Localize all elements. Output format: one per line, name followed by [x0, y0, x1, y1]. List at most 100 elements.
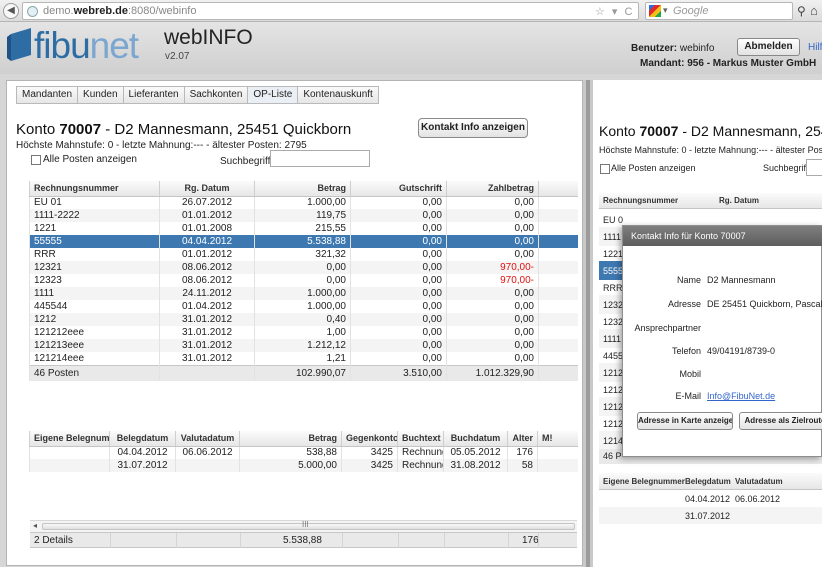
- search-icon[interactable]: ⚲: [797, 4, 806, 18]
- cell-buchtext: Rechnung: [397, 459, 444, 472]
- right-konto-title: Konto 70007 - D2 Mannesmann, 25451 Quic: [599, 123, 822, 139]
- browser-search-box[interactable]: ▾ Google: [645, 2, 793, 20]
- col-rechnungsnummer[interactable]: Rechnungsnummer: [29, 181, 160, 197]
- cell-filler: [538, 287, 578, 300]
- col-mahnstufe[interactable]: M!: [537, 431, 578, 447]
- right-col-valutadatum[interactable]: Valutadatum: [735, 477, 783, 486]
- cell-betrag: 1,21: [254, 352, 351, 365]
- cell-rechnungsnummer: EU 01: [29, 196, 160, 209]
- engine-dropdown-icon[interactable]: ▾: [663, 5, 668, 16]
- google-icon[interactable]: [649, 5, 661, 17]
- tab-mandanten[interactable]: Mandanten: [16, 86, 78, 104]
- op-table-row[interactable]: 12323 08.06.2012 0,00 0,00 970,00-: [29, 274, 578, 287]
- cell-zahlbetrag: 0,00: [446, 313, 539, 326]
- detail-table-row[interactable]: 31.07.2012 5.000,00 3425 Rechnung 31.08.2012…: [29, 459, 578, 472]
- col-rg-datum[interactable]: Rg. Datum: [159, 181, 255, 197]
- dialog-title[interactable]: Kontakt Info für Konto 70007: [623, 226, 822, 246]
- col-eigene-belegnummer[interactable]: Eigene Belegnummer: [29, 431, 110, 447]
- op-table-row[interactable]: 12321 08.06.2012 0,00 0,00 970,00-: [29, 261, 578, 274]
- cell-zahlbetrag: 970,00-: [446, 274, 539, 287]
- col-belegdatum[interactable]: Belegdatum: [109, 431, 176, 447]
- col-gegenkonto[interactable]: Gegenkonto: [341, 431, 398, 447]
- right-col-eigene-belegnummer[interactable]: Eigene Belegnummer: [603, 477, 685, 486]
- cell-rechnungsnummer: 121214eee: [29, 352, 160, 365]
- konto-name: - D2 Mannesmann, 25451 Quickborn: [105, 121, 352, 138]
- op-table-row[interactable]: 1111 24.11.2012 1.000,00 0,00 0,00: [29, 287, 578, 300]
- panel-splitter[interactable]: [583, 80, 593, 567]
- op-table-row[interactable]: 121214eee 31.01.2012 1,21 0,00 0,00: [29, 352, 578, 365]
- cell-gutschrift: 0,00: [350, 248, 447, 261]
- back-icon[interactable]: ◀: [3, 3, 19, 19]
- cell-rg-datum: 01.04.2012: [159, 300, 255, 313]
- suchbegriff-input[interactable]: [270, 150, 370, 167]
- tab-sachkonten[interactable]: Sachkonten: [183, 86, 248, 104]
- logout-button[interactable]: Abmelden: [737, 38, 800, 56]
- op-table-row[interactable]: 1221 01.01.2008 215,55 0,00 0,00: [29, 222, 578, 235]
- dialog-email-link[interactable]: Info@FibuNet.de: [707, 391, 775, 401]
- detail-summary-separator: [342, 533, 343, 548]
- op-table-row[interactable]: 121212eee 31.01.2012 1,00 0,00 0,00: [29, 326, 578, 339]
- scroll-left-icon[interactable]: ◂: [33, 521, 37, 530]
- right-alle-posten-label: Alle Posten anzeigen: [611, 163, 696, 173]
- op-table-row[interactable]: 445544 01.04.2012 1.000,00 0,00 0,00: [29, 300, 578, 313]
- col-buchtext[interactable]: Buchtext: [397, 431, 444, 447]
- cell-gutschrift: 0,00: [350, 326, 447, 339]
- cell-rg-datum: 08.06.2012: [159, 261, 255, 274]
- col-betrag[interactable]: Betrag: [254, 181, 351, 197]
- right-detail-row[interactable]: 04.04.2012 06.06.2012: [599, 490, 822, 507]
- cell-gutschrift: 0,00: [350, 235, 447, 248]
- url-rest: :8080/webinfo: [127, 5, 197, 17]
- col-alter[interactable]: Alter: [507, 431, 538, 447]
- splitter-handle[interactable]: [586, 80, 590, 567]
- konto-prefix: Konto: [16, 121, 56, 138]
- help-link[interactable]: Hilfe: [808, 42, 822, 53]
- tab-kontenauskunft[interactable]: Kontenauskunft: [297, 86, 379, 104]
- tab-lieferanten[interactable]: Lieferanten: [122, 86, 184, 104]
- col-valutadatum[interactable]: Valutadatum: [175, 431, 240, 447]
- summary-zahlbetrag: 1.012.329,90: [446, 364, 539, 381]
- detail-horizontal-scrollbar[interactable]: ◂ III: [30, 520, 577, 532]
- op-table-row[interactable]: EU 01 26.07.2012 1.000,00 0,00 0,00: [29, 196, 578, 209]
- cell-buchdatum: 05.05.2012: [443, 446, 508, 459]
- home-icon[interactable]: ⌂: [810, 3, 818, 18]
- tab-kunden[interactable]: Kunden: [77, 86, 123, 104]
- op-table-row[interactable]: 1111-2222 01.01.2012 119,75 0,00 0,00: [29, 209, 578, 222]
- tab-op-liste[interactable]: OP-Liste: [247, 86, 298, 104]
- cell-filler: [538, 196, 578, 209]
- right-col-belegdatum[interactable]: Belegdatum: [685, 477, 731, 486]
- fibunet-logo-icon: [7, 28, 31, 61]
- cell-buchdatum: 31.08.2012: [443, 459, 508, 472]
- op-table-row[interactable]: RRR 01.01.2012 321,32 0,00 0,00: [29, 248, 578, 261]
- cell-detail-betrag: 538,88: [239, 446, 342, 459]
- col-gutschrift[interactable]: Gutschrift: [350, 181, 447, 197]
- scrollbar-thumb[interactable]: III: [42, 520, 575, 530]
- mandant-info: Mandant: 956 - Markus Muster GmbH: [640, 58, 816, 69]
- right-alle-posten-checkbox[interactable]: [600, 164, 610, 174]
- right-col-rg-datum[interactable]: Rg. Datum: [719, 196, 759, 205]
- cell-rechnungsnummer: 1212: [29, 313, 160, 326]
- bookmark-reload-icons[interactable]: ☆ ▾ C: [595, 5, 634, 18]
- right-suchbegriff-input[interactable]: [806, 159, 822, 176]
- cell-rg-datum: 31.01.2012: [159, 313, 255, 326]
- url-bar[interactable]: demo.webreb.de:8080/webinfo ☆ ▾ C: [22, 2, 639, 20]
- op-table-row[interactable]: 55555 04.04.2012 5.538,88 0,00 0,00: [29, 235, 578, 248]
- detail-table-row[interactable]: 04.04.2012 06.06.2012 538,88 3425 Rechnung 05…: [29, 446, 578, 459]
- address-route-button[interactable]: Adresse als Zielroute: [739, 412, 822, 430]
- alle-posten-checkbox[interactable]: [31, 155, 41, 165]
- col-detail-betrag[interactable]: Betrag: [239, 431, 342, 447]
- cell-betrag: 0,00: [254, 274, 351, 287]
- detail-summary-separator: [444, 533, 445, 548]
- kontakt-info-button[interactable]: Kontakt Info anzeigen: [418, 118, 528, 138]
- cell-buchtext: Rechnung: [397, 446, 444, 459]
- right-detail-belegdatum: 04.04.2012: [685, 494, 731, 504]
- user-label: Benutzer:: [631, 43, 678, 54]
- col-zahlbetrag[interactable]: Zahlbetrag: [446, 181, 539, 197]
- op-table-row[interactable]: 1212 31.01.2012 0,40 0,00 0,00: [29, 313, 578, 326]
- address-map-button[interactable]: Adresse in Karte anzeigen: [637, 412, 733, 430]
- right-col-rechnungsnummer[interactable]: Rechnungsnummer: [603, 196, 678, 205]
- col-buchdatum[interactable]: Buchdatum: [443, 431, 508, 447]
- app-root: ◀ demo.webreb.de:8080/webinfo ☆ ▾ C ▾ Go…: [0, 0, 822, 567]
- op-table-row[interactable]: 121213eee 31.01.2012 1.212,12 0,00 0,00: [29, 339, 578, 352]
- cell-gutschrift: 0,00: [350, 222, 447, 235]
- right-detail-row[interactable]: 31.07.2012: [599, 507, 822, 524]
